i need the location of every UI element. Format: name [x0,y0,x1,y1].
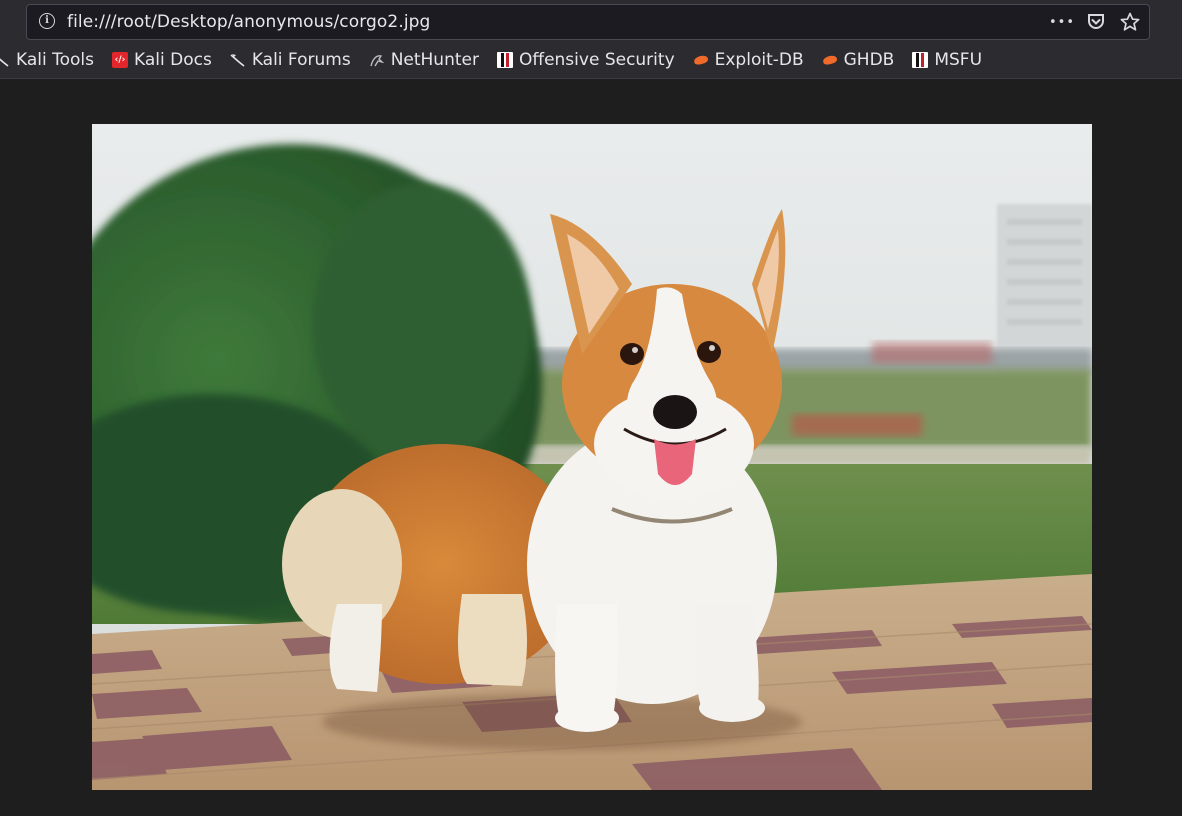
more-actions-icon: ••• [1049,14,1076,30]
corgi-photo[interactable] [92,124,1092,790]
bookmark-msfu[interactable]: MSFU [912,50,982,70]
bookmark-label: GHDB [843,50,895,70]
address-bar-actions: ••• [1049,10,1141,34]
address-bar[interactable]: i file:///root/Desktop/anonymous/corgo2.… [26,4,1150,40]
bookmark-kali-docs[interactable]: ‹/› Kali Docs [112,50,212,70]
bookmark-ghdb[interactable]: GHDB [822,50,895,70]
kali-docs-icon: ‹/› [112,52,128,68]
nethunter-icon [370,55,384,67]
pocket-button[interactable] [1085,10,1107,34]
star-icon [1120,12,1140,31]
offensive-security-icon [496,52,513,68]
bookmark-label: Offensive Security [518,50,675,70]
bookmark-label: Kali Docs [134,50,212,70]
corgi-photo-illustration [92,124,1092,790]
bookmarks-toolbar: Kali Tools ‹/› Kali Docs Kali Forums Net… [0,44,1182,79]
bookmark-label: Kali Forums [251,50,351,70]
bookmark-kali-tools[interactable]: Kali Tools [0,50,94,70]
bookmark-label: MSFU [934,50,983,70]
offensive-security-icon [912,52,929,68]
browser-toolbar: i file:///root/Desktop/anonymous/corgo2.… [0,0,1182,44]
address-url[interactable]: file:///root/Desktop/anonymous/corgo2.jp… [67,12,430,32]
bookmark-label: Exploit-DB [714,50,804,70]
image-viewer [0,79,1182,816]
pocket-icon [1088,14,1104,29]
exploit-db-icon [693,52,709,68]
kali-dragon-icon [230,54,245,67]
bookmark-exploit-db[interactable]: Exploit-DB [693,50,804,70]
bookmark-label: Kali Tools [16,50,94,70]
more-actions-button[interactable]: ••• [1049,10,1076,34]
bookmark-label: NetHunter [390,50,479,70]
bookmark-kali-forums[interactable]: Kali Forums [230,50,351,70]
site-info-icon[interactable]: i [39,13,55,29]
exploit-db-icon [822,52,838,68]
bookmark-star-button[interactable] [1119,10,1141,34]
bookmark-offensive-security[interactable]: Offensive Security [496,50,675,70]
kali-dragon-icon [0,58,9,67]
bookmark-nethunter[interactable]: NetHunter [369,50,479,70]
